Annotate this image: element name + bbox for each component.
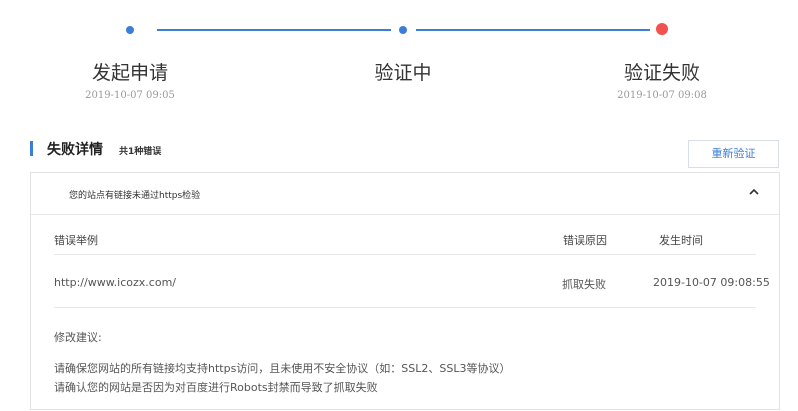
step-2-title: 验证中 [374, 62, 432, 84]
step-3-time: 2019-10-07 09:08 [617, 90, 707, 101]
reverify-button[interactable]: 重新验证 [688, 140, 779, 168]
error-item-title: 您的站点有链接未通过https检验 [69, 191, 201, 201]
step-2-dot [399, 26, 407, 34]
error-count: 共1种错误 [119, 147, 162, 157]
chevron-up-icon[interactable] [749, 187, 759, 197]
step-1-dot [126, 26, 134, 34]
step-connector-1 [157, 29, 391, 31]
error-example-url: http://www.icozx.com/ [54, 276, 176, 289]
suggestion-line: 请确认您的网站是否因为对百度进行Robots封禁而导致了抓取失败 [54, 381, 378, 394]
verification-progress: 发起申请 2019-10-07 09:05 验证中 验证失败 2019-10-0… [0, 0, 798, 110]
step-connector-2 [416, 29, 650, 31]
column-header-time: 发生时间 [659, 234, 703, 247]
suggestion-line: 请确保您网站的所有链接均支持https访问，且未使用不安全协议（如：SSL2、S… [54, 362, 511, 375]
section-title: 失败详情 [47, 142, 103, 158]
table-divider [54, 307, 756, 308]
column-header-example: 错误举例 [54, 234, 98, 247]
table-divider [54, 254, 756, 255]
section-accent-bar [30, 141, 33, 156]
error-time: 2019-10-07 09:08:55 [653, 276, 770, 289]
step-1-time: 2019-10-07 09:05 [85, 90, 175, 101]
suggestion-title: 修改建议: [54, 331, 102, 344]
step-1-title: 发起申请 [91, 62, 168, 84]
error-item-header[interactable]: 您的站点有链接未通过https检验 [31, 173, 779, 215]
step-3-dot [656, 23, 668, 35]
column-header-reason: 错误原因 [563, 234, 607, 247]
step-3-title: 验证失败 [623, 62, 700, 84]
error-reason: 抓取失败 [562, 278, 606, 291]
